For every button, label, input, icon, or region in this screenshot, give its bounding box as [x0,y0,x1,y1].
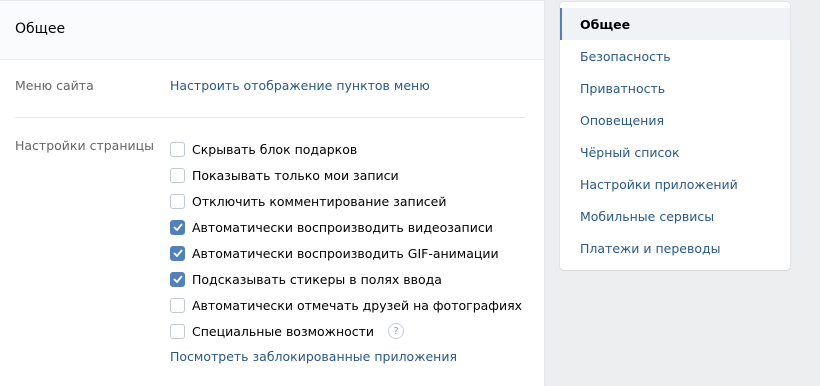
checkbox[interactable] [170,245,185,261]
option-hide-gifts[interactable]: Скрывать блок подарков [170,136,522,162]
sidebar-item-notifications[interactable]: Оповещения [560,104,790,136]
checkbox[interactable] [170,323,185,339]
sidebar-item-general[interactable]: Общее [560,8,790,40]
checkbox[interactable] [170,141,185,157]
sidebar-item-security[interactable]: Безопасность [560,40,790,72]
page-settings-label: Настройки страницы [15,138,154,153]
page-settings-options: Скрывать блок подарков Показывать только… [170,136,522,344]
checkbox[interactable] [170,297,185,313]
blocked-apps-link[interactable]: Посмотреть заблокированные приложения [170,349,457,364]
option-label: Автоматически воспроизводить видеозаписи [192,219,493,235]
option-label: Отключить комментирование записей [192,193,447,209]
option-label: Скрывать блок подарков [192,141,358,157]
option-label: Подсказывать стикеры в полях ввода [192,271,442,287]
sidebar-item-blacklist[interactable]: Чёрный список [560,136,790,168]
checkbox[interactable] [170,193,185,209]
sidebar-item-mobile-services[interactable]: Мобильные сервисы [560,200,790,232]
option-only-my-posts[interactable]: Показывать только мои записи [170,162,522,188]
help-icon[interactable]: ? [388,323,405,339]
sidebar-item-app-settings[interactable]: Настройки приложений [560,168,790,200]
settings-card: Общее Меню сайта Настроить отображение п… [0,0,545,386]
option-label: Автоматически отмечать друзей на фотогра… [192,297,523,313]
divider [15,117,525,118]
option-label: Автоматически воспроизводить GIF-анимаци… [192,245,499,261]
sidebar-item-payments[interactable]: Платежи и переводы [560,232,790,264]
option-label: Специальные возможности [192,323,375,339]
option-disable-comments[interactable]: Отключить комментирование записей [170,188,522,214]
option-suggest-stickers[interactable]: Подсказывать стикеры в полях ввода [170,266,522,292]
sidebar-item-privacy[interactable]: Приватность [560,72,790,104]
page-title: Общее [0,0,544,60]
checkbox[interactable] [170,167,185,183]
option-label: Показывать только мои записи [192,167,399,183]
configure-menu-link[interactable]: Настроить отображение пунктов меню [170,78,430,93]
checkbox[interactable] [170,271,185,287]
option-autoplay-video[interactable]: Автоматически воспроизводить видеозаписи [170,214,522,240]
option-autoplay-gif[interactable]: Автоматически воспроизводить GIF-анимаци… [170,240,522,266]
checkbox[interactable] [170,219,185,235]
settings-sidebar: Общее Безопасность Приватность Оповещени… [560,2,790,270]
menu-row-label: Меню сайта [15,78,94,93]
option-accessibility[interactable]: Специальные возможности ? [170,318,522,344]
option-auto-tag-friends[interactable]: Автоматически отмечать друзей на фотогра… [170,292,522,318]
